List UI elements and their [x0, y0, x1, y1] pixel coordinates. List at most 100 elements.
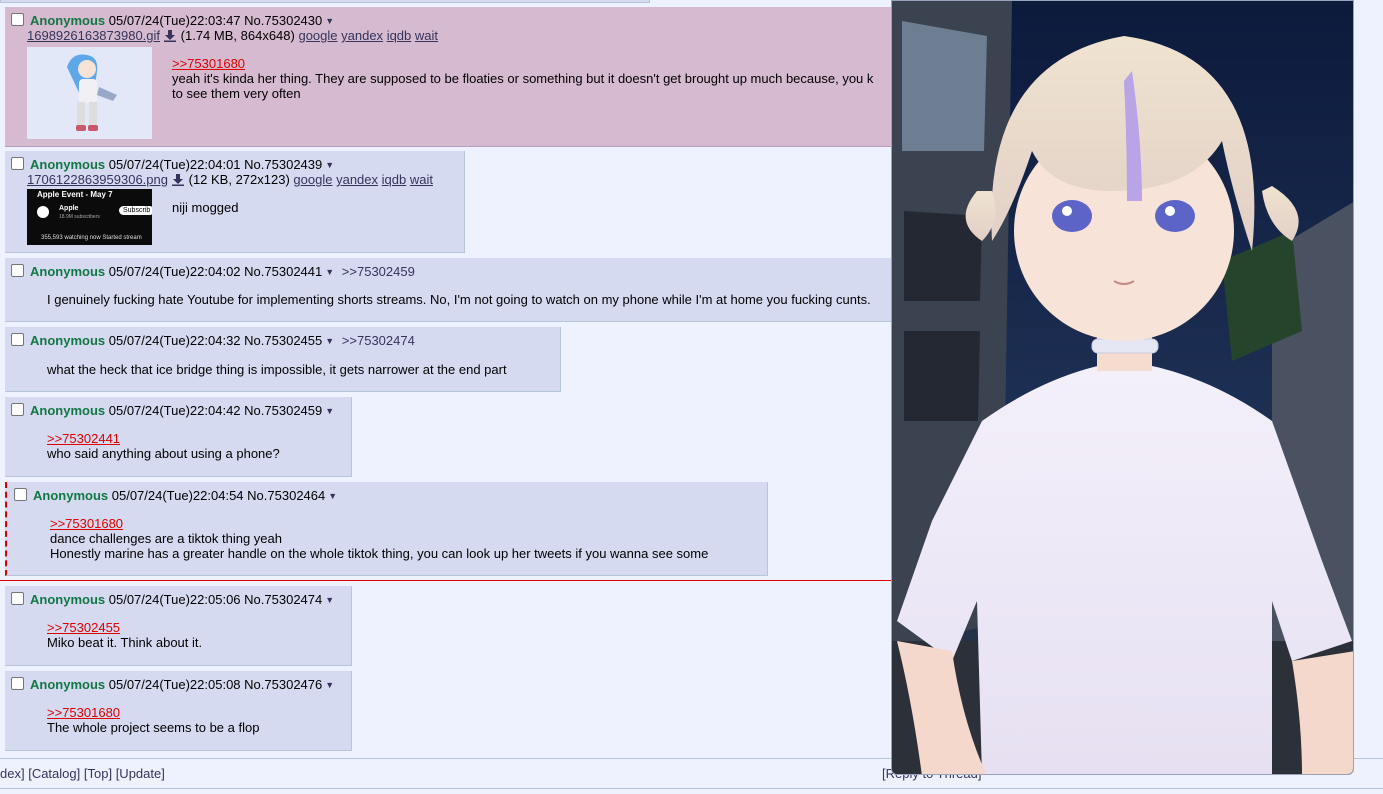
post-datetime: 05/07/24(Tue)22:04:32	[108, 333, 241, 348]
thumb-subscribe-button: Subscrib	[119, 206, 152, 215]
download-icon[interactable]	[164, 30, 177, 42]
post-menu-chevron-icon[interactable]: ▼	[325, 677, 334, 693]
wait-search-link[interactable]: wait	[410, 172, 433, 187]
message-line: I genuinely fucking hate Youtube for imp…	[47, 292, 871, 307]
thumb-subscribers: 18.9M subscribers	[59, 214, 100, 220]
post-menu-chevron-icon[interactable]: ▼	[325, 403, 334, 419]
post-message: >>75301680 dance challenges are a tiktok…	[50, 516, 708, 561]
post-75302476: Anonymous 05/07/24(Tue)22:05:08 No.75302…	[5, 671, 352, 751]
post-checkbox[interactable]	[11, 592, 24, 605]
index-link[interactable]: dex]	[0, 766, 25, 781]
post-message: >>75301680 The whole project seems to be…	[47, 705, 259, 735]
post-number[interactable]: No.75302476	[244, 677, 322, 692]
message-line: what the heck that ice bridge thing is i…	[47, 362, 507, 377]
file-link[interactable]: 1706122863959306.png	[27, 172, 168, 187]
post-number[interactable]: No.75302439	[244, 157, 322, 172]
iqdb-search-link[interactable]: iqdb	[387, 28, 412, 43]
post-checkbox[interactable]	[11, 333, 24, 346]
file-details: (12 KB, 272x123)	[188, 172, 290, 187]
backlink[interactable]: >>75302474	[342, 333, 415, 348]
iqdb-search-link[interactable]: iqdb	[382, 172, 407, 187]
poster-name: Anonymous	[30, 403, 106, 418]
download-icon[interactable]	[171, 174, 184, 186]
image-hover-preview[interactable]	[891, 0, 1354, 775]
previous-post-edge	[0, 0, 650, 3]
update-link[interactable]: [Update]	[116, 766, 165, 781]
post-info: Anonymous 05/07/24(Tue)22:05:08 No.75302…	[11, 677, 334, 693]
post-75302459: Anonymous 05/07/24(Tue)22:04:42 No.75302…	[5, 397, 352, 477]
post-datetime: 05/07/24(Tue)22:04:42	[108, 403, 241, 418]
thumb-channel: Apple	[59, 205, 79, 212]
post-datetime: 05/07/24(Tue)22:04:54	[111, 488, 244, 503]
post-checkbox[interactable]	[11, 13, 24, 26]
backlink[interactable]: >>75302459	[342, 264, 415, 279]
file-info: 1698926163873980.gif (1.74 MB, 864x648) …	[27, 29, 438, 43]
apple-logo-icon	[37, 206, 49, 218]
post-datetime: 05/07/24(Tue)22:04:01	[108, 157, 241, 172]
post-menu-chevron-icon[interactable]: ▼	[325, 592, 334, 608]
poster-name: Anonymous	[30, 13, 106, 28]
poster-name: Anonymous	[30, 264, 106, 279]
post-thumbnail-image[interactable]: Apple Event - May 7 Apple 18.9M subscrib…	[27, 189, 152, 245]
quote-link[interactable]: >>75301680	[47, 705, 120, 720]
post-number[interactable]: No.75302430	[244, 13, 322, 28]
post-75302439: Anonymous 05/07/24(Tue)22:04:01 No.75302…	[5, 151, 465, 253]
post-75302455: Anonymous 05/07/24(Tue)22:04:32 No.75302…	[5, 327, 561, 392]
post-menu-chevron-icon[interactable]: ▼	[328, 488, 337, 504]
post-menu-chevron-icon[interactable]: ▼	[325, 157, 334, 173]
wait-search-link[interactable]: wait	[415, 28, 438, 43]
message-line: to see them very often	[172, 86, 301, 101]
thumb-title: Apple Event - May 7	[37, 190, 113, 199]
post-number[interactable]: No.75302441	[244, 264, 322, 279]
post-menu-chevron-icon[interactable]: ▼	[325, 333, 334, 349]
post-message: I genuinely fucking hate Youtube for imp…	[47, 292, 871, 307]
file-details: (1.74 MB, 864x648)	[180, 28, 295, 43]
post-info: Anonymous 05/07/24(Tue)22:03:47 No.75302…	[11, 13, 334, 29]
post-75302464: Anonymous 05/07/24(Tue)22:04:54 No.75302…	[5, 482, 768, 576]
page-scrollbar-area[interactable]	[1354, 0, 1383, 758]
top-link[interactable]: [Top]	[84, 766, 112, 781]
message-line: Honestly marine has a greater handle on …	[50, 546, 709, 561]
post-info: Anonymous 05/07/24(Tue)22:05:06 No.75302…	[11, 592, 334, 608]
post-number[interactable]: No.75302455	[244, 333, 322, 348]
message-line: dance challenges are a tiktok thing yeah	[50, 531, 282, 546]
file-link[interactable]: 1698926163873980.gif	[27, 28, 160, 43]
quote-link[interactable]: >>75301680	[50, 516, 123, 531]
message-line: The whole project seems to be a flop	[47, 720, 260, 735]
poster-name: Anonymous	[30, 592, 106, 607]
post-checkbox[interactable]	[11, 157, 24, 170]
post-number[interactable]: No.75302474	[244, 592, 322, 607]
nav-links: dex] [Catalog] [Top] [Update]	[0, 759, 165, 788]
post-message: >>75302441 who said anything about using…	[47, 431, 280, 461]
post-75302441: Anonymous 05/07/24(Tue)22:04:02 No.75302…	[5, 258, 893, 322]
google-search-link[interactable]: google	[298, 28, 337, 43]
message-line: who said anything about using a phone?	[47, 446, 280, 461]
post-menu-chevron-icon[interactable]: ▼	[325, 264, 334, 280]
quote-link[interactable]: >>75302455	[47, 620, 120, 635]
poster-name: Anonymous	[33, 488, 109, 503]
post-checkbox[interactable]	[14, 488, 27, 501]
quote-link[interactable]: >>75302441	[47, 431, 120, 446]
catalog-link[interactable]: [Catalog]	[28, 766, 80, 781]
post-message: what the heck that ice bridge thing is i…	[47, 362, 507, 377]
google-search-link[interactable]: google	[293, 172, 332, 187]
post-checkbox[interactable]	[11, 677, 24, 690]
message-line: niji mogged	[172, 200, 239, 215]
poster-name: Anonymous	[30, 677, 106, 692]
yandex-search-link[interactable]: yandex	[341, 28, 383, 43]
thumb-stats: 355,593 watching now Started stream	[41, 235, 142, 241]
post-number[interactable]: No.75302464	[247, 488, 325, 503]
post-menu-chevron-icon[interactable]: ▼	[325, 13, 334, 29]
quote-link[interactable]: >>75301680	[172, 56, 245, 71]
post-number[interactable]: No.75302459	[244, 403, 322, 418]
file-info: 1706122863959306.png (12 KB, 272x123) go…	[27, 173, 433, 187]
post-datetime: 05/07/24(Tue)22:05:06	[108, 592, 241, 607]
post-info: Anonymous 05/07/24(Tue)22:04:01 No.75302…	[11, 157, 334, 173]
yandex-search-link[interactable]: yandex	[336, 172, 378, 187]
post-checkbox[interactable]	[11, 403, 24, 416]
post-thumbnail-image[interactable]	[27, 47, 152, 139]
post-checkbox[interactable]	[11, 264, 24, 277]
poster-name: Anonymous	[30, 333, 106, 348]
message-line: yeah it's kinda her thing. They are supp…	[172, 71, 874, 86]
post-75302430: Anonymous 05/07/24(Tue)22:03:47 No.75302…	[5, 7, 893, 147]
